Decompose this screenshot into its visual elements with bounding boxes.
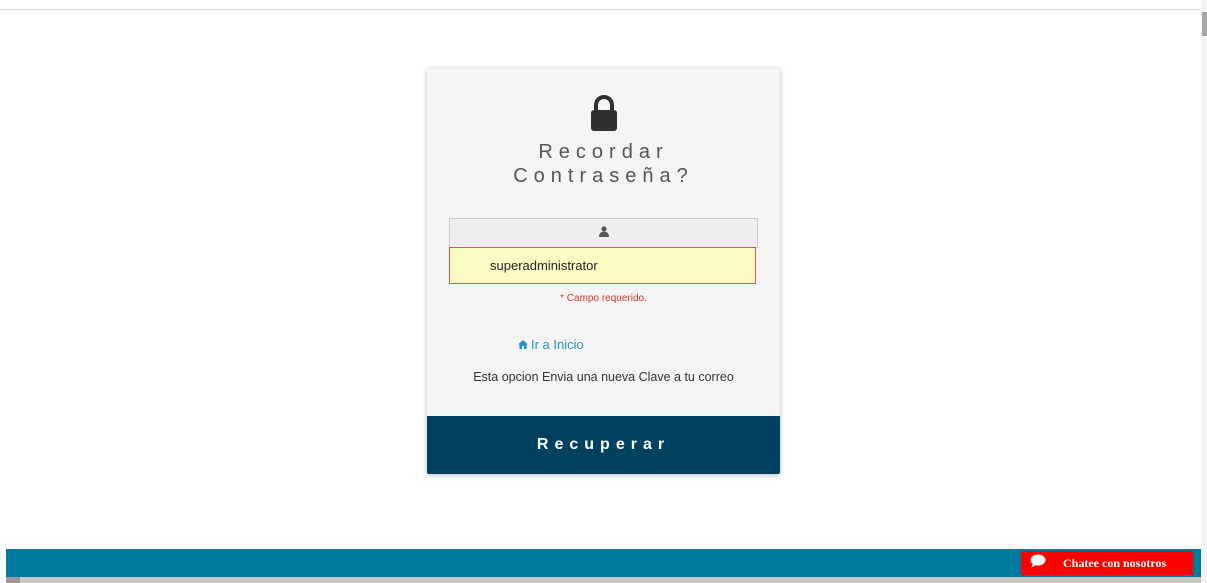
top-divider [0,9,1200,10]
title-line-2: Contraseña? [513,165,694,187]
chat-label: Chatee con nosotros [1063,555,1167,570]
footer-scroll-track [6,577,1201,583]
page-title: Recordar Contraseña? [427,140,780,188]
username-input[interactable] [449,247,756,284]
lock-icon [591,95,617,131]
info-text: Esta opcion Envia una nueva Clave a tu c… [473,370,734,384]
title-line-1: Recordar [538,141,669,163]
page-scrollbar[interactable] [1201,0,1207,583]
username-addon [449,218,758,248]
scrollbar-thumb[interactable] [1202,12,1207,36]
footer-scroll-thumb[interactable] [6,577,20,583]
home-icon [518,340,528,349]
home-link-label: Ir a Inicio [531,337,584,352]
recover-password-card: Recordar Contraseña? * Campo requerido. … [427,68,780,474]
chat-button[interactable]: Chatee con nosotros [1021,551,1193,575]
chat-icon-box [1021,551,1056,575]
user-icon [598,224,609,242]
chat-bubble-icon [1030,554,1046,573]
required-error: * Campo requerido. [560,293,647,304]
home-link[interactable]: Ir a Inicio [518,337,584,352]
recover-button[interactable]: Recuperar [427,416,780,474]
